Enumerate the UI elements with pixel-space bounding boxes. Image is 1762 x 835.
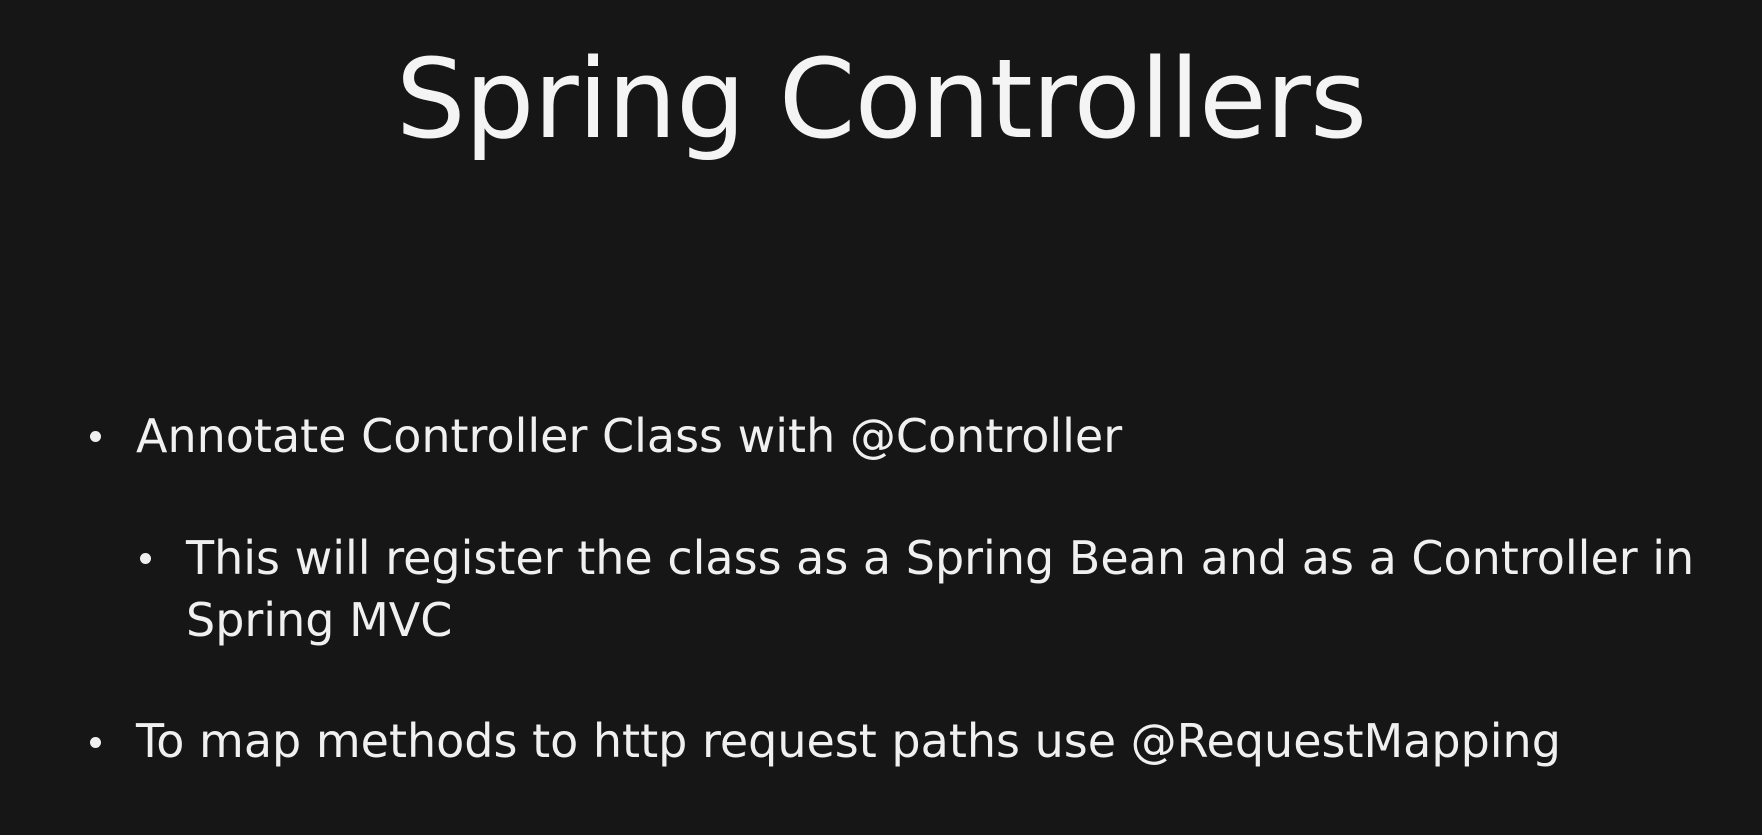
bullet-dot-icon bbox=[90, 431, 101, 442]
bullet-text: Annotate Controller Class with @Controll… bbox=[136, 409, 1123, 463]
bullet-dot-icon bbox=[90, 737, 101, 748]
slide: Spring Controllers Annotate Controller C… bbox=[0, 0, 1762, 835]
bullet-text: To map methods to http request paths use… bbox=[136, 714, 1561, 768]
bullet-list: Annotate Controller Class with @Controll… bbox=[0, 0, 1762, 835]
bullet-dot-icon bbox=[140, 553, 151, 564]
sub-bullet-text: This will register the class as a Spring… bbox=[186, 531, 1695, 647]
